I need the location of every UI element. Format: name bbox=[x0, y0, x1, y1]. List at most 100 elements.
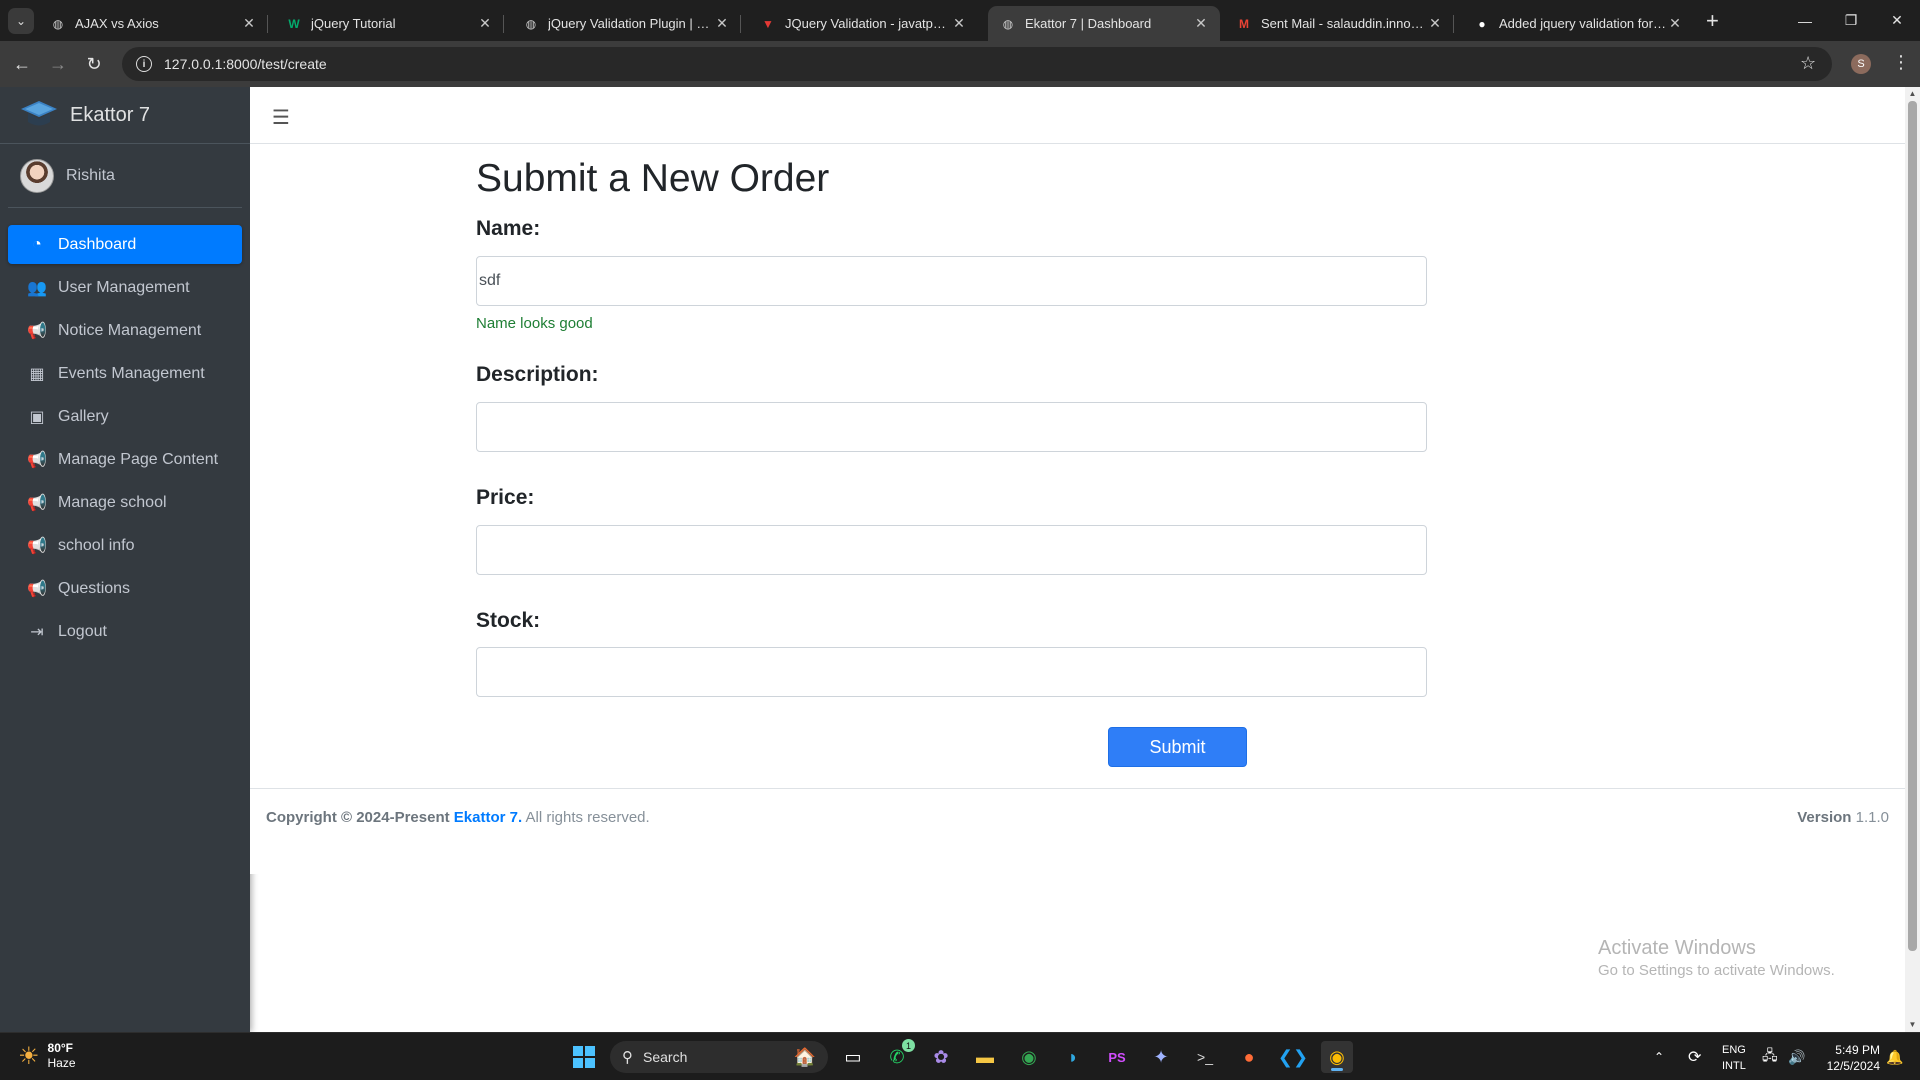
watermark-title: Activate Windows bbox=[1598, 937, 1756, 959]
tab-search-button[interactable]: ⌄ bbox=[8, 8, 34, 34]
active-app-indicator bbox=[1331, 1068, 1343, 1071]
scrollbar-thumb[interactable] bbox=[1908, 101, 1917, 951]
weather-widget[interactable]: ☀ 80°F Haze bbox=[18, 1041, 76, 1071]
whatsapp-icon[interactable]: ✆ 1 bbox=[881, 1039, 915, 1073]
brand-link[interactable]: Ekattor 7 bbox=[0, 87, 250, 144]
name-input[interactable] bbox=[476, 256, 1427, 306]
vscode-icon[interactable]: ❮❯ bbox=[1277, 1041, 1309, 1073]
site-info-icon[interactable]: i bbox=[136, 56, 152, 72]
tab-title: jQuery Tutorial bbox=[311, 16, 396, 31]
restore-icon[interactable]: ❐ bbox=[1828, 0, 1874, 41]
task-view-icon[interactable]: ▭ bbox=[837, 1041, 869, 1073]
new-tab-icon[interactable]: + bbox=[1706, 8, 1719, 34]
address-bar[interactable]: i 127.0.0.1:8000/test/create bbox=[122, 47, 1832, 81]
close-icon[interactable]: ✕ bbox=[950, 15, 968, 32]
close-icon[interactable]: ✕ bbox=[1426, 15, 1444, 32]
scroll-up-icon[interactable]: ▲ bbox=[1905, 87, 1920, 101]
sidebar-item-manage-school[interactable]: 📢 Manage school bbox=[8, 483, 242, 522]
chrome-active-icon[interactable]: ◉ bbox=[1321, 1041, 1353, 1073]
window-close-icon[interactable]: ✕ bbox=[1874, 0, 1920, 41]
tab-javatpoint[interactable]: ▼ JQuery Validation - javatpoint ✕ bbox=[748, 6, 978, 41]
clock-time: 5:49 PM bbox=[1835, 1043, 1880, 1057]
sidebar-nav: ◔ Dashboard 👥 User Management 📢 Notice M… bbox=[0, 208, 250, 651]
language-indicator[interactable]: ENG INTL bbox=[1722, 1042, 1746, 1074]
tab-ekattor-dashboard[interactable]: ◍ Ekattor 7 | Dashboard ✕ bbox=[988, 6, 1220, 41]
user-panel[interactable]: Rishita bbox=[8, 144, 242, 208]
globe-icon: ◍ bbox=[525, 16, 537, 31]
back-icon[interactable]: ← bbox=[9, 51, 35, 77]
browser-menu-icon[interactable]: ⋮ bbox=[1892, 52, 1910, 73]
profile-avatar[interactable]: S bbox=[1851, 54, 1871, 74]
close-icon[interactable]: ✕ bbox=[240, 15, 258, 32]
version-info: Version 1.1.0 bbox=[1797, 809, 1889, 826]
copyright-text: Copyright © 2024-Present Ekattor 7. All … bbox=[266, 809, 650, 826]
file-explorer-icon[interactable]: ▬ bbox=[969, 1041, 1001, 1073]
sidebar-item-label: Notice Management bbox=[58, 321, 202, 339]
main-content: Submit a New Order Name: Name looks good… bbox=[250, 144, 1905, 874]
close-icon[interactable]: ✕ bbox=[476, 15, 494, 32]
tab-gmail-sent[interactable]: M Sent Mail - salauddin.innovx@g ✕ bbox=[1224, 6, 1454, 41]
tab-jquery-tutorial[interactable]: W jQuery Tutorial ✕ bbox=[274, 6, 504, 41]
chrome-icon[interactable]: ◉ bbox=[1013, 1041, 1045, 1073]
postman-icon[interactable]: ● bbox=[1233, 1041, 1265, 1073]
price-input[interactable] bbox=[476, 525, 1427, 575]
stock-input[interactable] bbox=[476, 647, 1427, 697]
minimize-icon[interactable]: — bbox=[1782, 0, 1828, 41]
github-icon: ● bbox=[1478, 16, 1486, 31]
close-icon[interactable]: ✕ bbox=[1666, 15, 1684, 32]
bookmark-star-icon[interactable]: ☆ bbox=[1800, 53, 1816, 74]
sidebar-item-label: Questions bbox=[58, 579, 131, 597]
footer-brand-link[interactable]: Ekattor 7. bbox=[454, 809, 522, 826]
sidebar-item-school-info[interactable]: 📢 school info bbox=[8, 526, 242, 565]
submit-button[interactable]: Submit bbox=[1108, 727, 1247, 767]
volume-icon[interactable]: 🔊 bbox=[1788, 1033, 1805, 1080]
sidebar-item-logout[interactable]: ⇥ Logout bbox=[8, 612, 242, 651]
graduation-cap-icon bbox=[20, 98, 58, 132]
tab-ajax-vs-axios[interactable]: ◍ AJAX vs Axios ✕ bbox=[38, 6, 268, 41]
close-icon[interactable]: ✕ bbox=[1192, 15, 1210, 32]
price-label: Price: bbox=[476, 486, 535, 509]
terminal-icon[interactable]: >_ bbox=[1189, 1041, 1221, 1073]
sync-icon[interactable]: ⟳ bbox=[1688, 1033, 1701, 1080]
sidebar-item-events-management[interactable]: ▦ Events Management bbox=[8, 354, 242, 393]
logout-icon: ⇥ bbox=[30, 623, 44, 641]
hamburger-menu-icon[interactable]: ☰ bbox=[272, 105, 290, 130]
copilot-icon[interactable]: ✿ bbox=[925, 1041, 957, 1073]
network-icon[interactable]: 🖧 bbox=[1762, 1033, 1778, 1080]
tab-github[interactable]: ● Added jquery validation for nam ✕ bbox=[1462, 6, 1694, 41]
sidebar-item-dashboard[interactable]: ◔ Dashboard bbox=[8, 225, 242, 264]
tab-title: Sent Mail - salauddin.innovx@g bbox=[1261, 16, 1426, 31]
reload-icon[interactable]: ↻ bbox=[81, 51, 107, 77]
search-placeholder: Search bbox=[643, 1049, 688, 1065]
start-button[interactable] bbox=[568, 1041, 600, 1073]
taskbar-search[interactable]: ⚲ Search 🏠 bbox=[610, 1041, 828, 1073]
system-clock[interactable]: 5:49 PM 12/5/2024 bbox=[1820, 1042, 1880, 1074]
sidebar-item-label: Dashboard bbox=[58, 235, 137, 253]
sidebar-item-gallery[interactable]: ▣ Gallery bbox=[8, 397, 242, 436]
scroll-down-icon[interactable]: ▼ bbox=[1905, 1018, 1920, 1032]
app-icon[interactable]: ✦ bbox=[1145, 1041, 1177, 1073]
description-input[interactable] bbox=[476, 402, 1427, 452]
tab-jquery-validation-plugin[interactable]: ◍ jQuery Validation Plugin | Form ✕ bbox=[511, 6, 741, 41]
browser-tab-strip: ⌄ ◍ AJAX vs Axios ✕ W jQuery Tutorial ✕ … bbox=[0, 0, 1920, 41]
sidebar-item-questions[interactable]: 📢 Questions bbox=[8, 569, 242, 608]
windows-logo-icon bbox=[573, 1046, 595, 1068]
phpstorm-icon[interactable]: PS bbox=[1101, 1041, 1133, 1073]
close-icon[interactable]: ✕ bbox=[713, 15, 731, 32]
gmail-icon: M bbox=[1239, 16, 1249, 31]
notification-bell-icon[interactable]: 🔔 bbox=[1886, 1033, 1903, 1080]
tab-title: Added jquery validation for nam bbox=[1499, 16, 1666, 31]
tray-overflow-icon[interactable]: ⌃ bbox=[1654, 1033, 1664, 1080]
dashboard-icon: ◔ bbox=[32, 235, 42, 253]
sidebar-item-manage-page-content[interactable]: 📢 Manage Page Content bbox=[8, 440, 242, 479]
javatpoint-icon: ▼ bbox=[762, 16, 774, 31]
clock-date: 12/5/2024 bbox=[1826, 1059, 1880, 1073]
edge-icon[interactable]: ◗ bbox=[1057, 1041, 1089, 1073]
sidebar-item-user-management[interactable]: 👥 User Management bbox=[8, 268, 242, 307]
activate-windows-watermark: Activate Windows Go to Settings to activ… bbox=[1598, 937, 1835, 979]
sidebar-item-notice-management[interactable]: 📢 Notice Management bbox=[8, 311, 242, 350]
forward-icon[interactable]: → bbox=[45, 51, 71, 77]
tab-title: AJAX vs Axios bbox=[75, 16, 159, 31]
sidebar-item-label: Manage Page Content bbox=[58, 450, 219, 468]
page-scrollbar[interactable]: ▲ ▼ bbox=[1905, 87, 1920, 1032]
